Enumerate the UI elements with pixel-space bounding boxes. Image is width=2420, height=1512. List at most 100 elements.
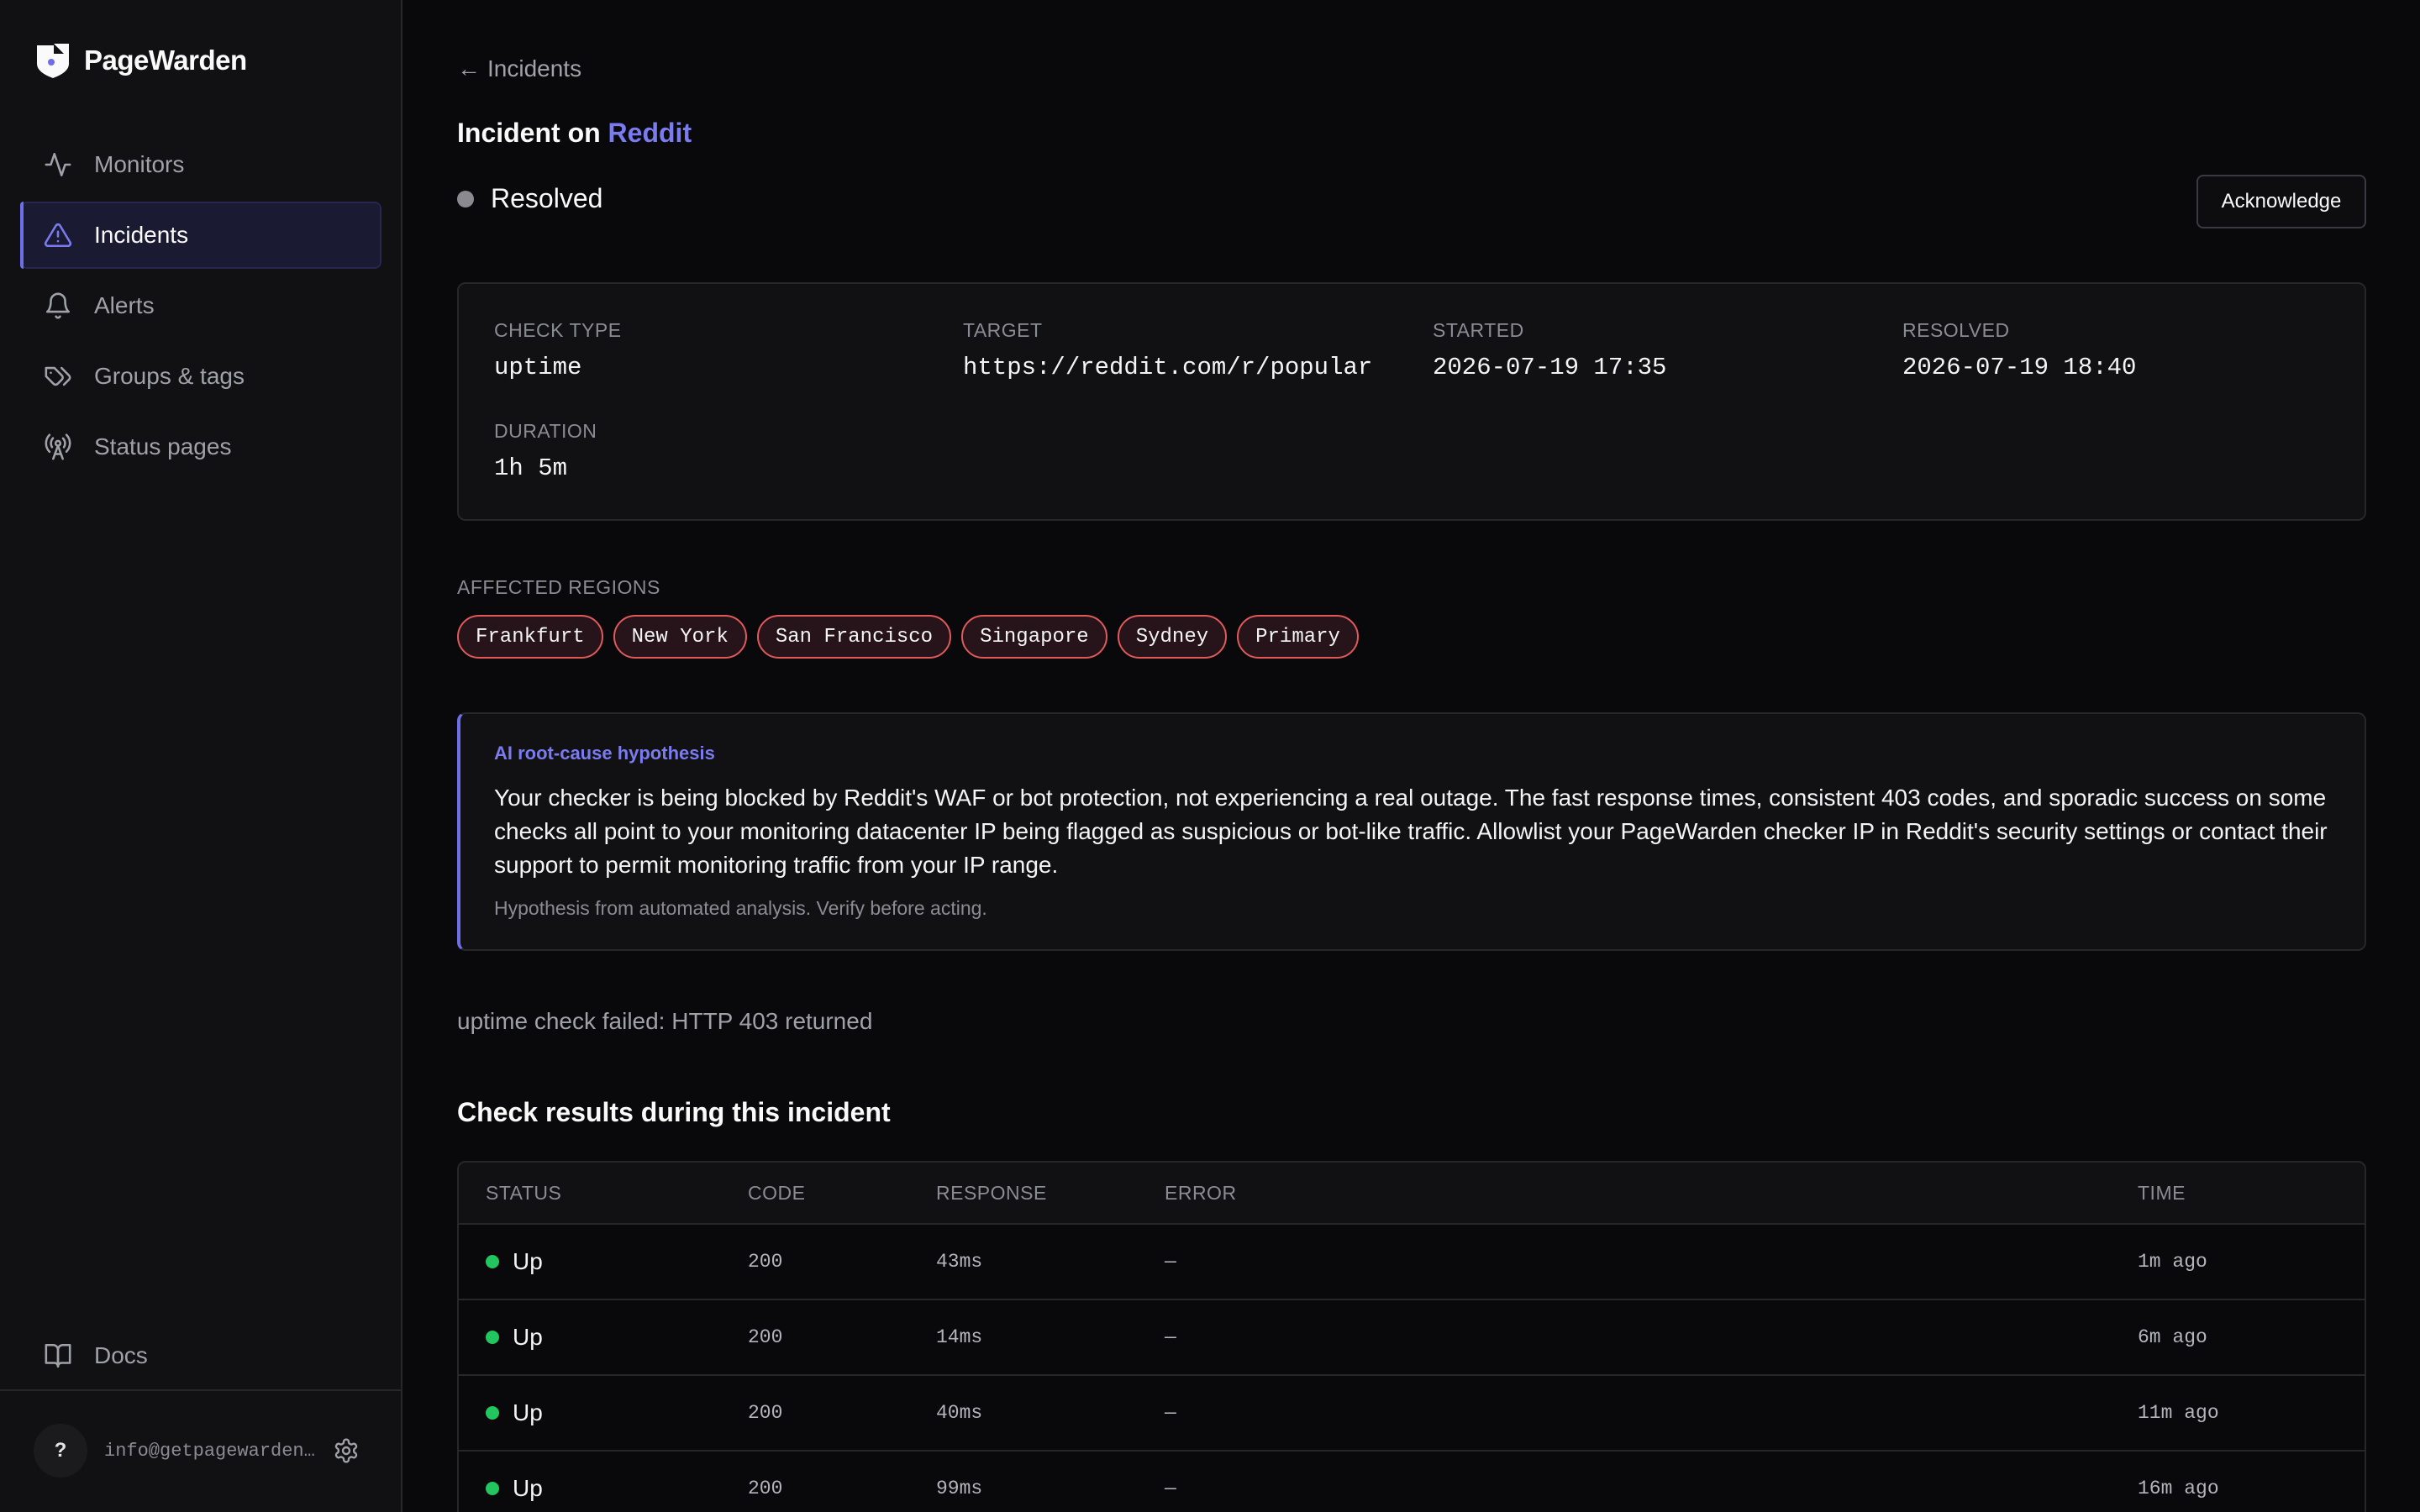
status-up-dot-icon xyxy=(486,1406,499,1420)
sidebar-item-docs[interactable]: Docs xyxy=(20,1322,381,1389)
acknowledge-button[interactable]: Acknowledge xyxy=(2196,175,2366,228)
sidebar-item-status-pages[interactable]: Status pages xyxy=(20,413,381,480)
error-cell: — xyxy=(1165,1402,1176,1424)
field-label: DURATION xyxy=(494,420,597,442)
time-cell: 11m ago xyxy=(2138,1402,2219,1424)
page-title: Incident on Reddit xyxy=(457,118,692,149)
status-dot-icon xyxy=(457,190,474,207)
region-chip: Frankfurt xyxy=(457,615,603,659)
column-header-error: ERROR xyxy=(1165,1181,1237,1204)
field-value: 1h 5m xyxy=(494,454,568,482)
incident-status: Resolved xyxy=(457,183,602,214)
monitor-link[interactable]: Reddit xyxy=(608,118,692,148)
target-field: TARGET https://reddit.com/r/popular xyxy=(963,319,1372,381)
radio-tower-icon xyxy=(44,433,72,461)
sidebar-item-alerts[interactable]: Alerts xyxy=(20,272,381,339)
arrow-left-icon: ← xyxy=(457,55,481,81)
error-cell: — xyxy=(1165,1251,1176,1273)
ai-hypothesis-card: AI root-cause hypothesis Your checker is… xyxy=(457,712,2366,951)
ai-hypothesis-title: AI root-cause hypothesis xyxy=(494,743,715,764)
pagewarden-logo-icon xyxy=(37,44,69,78)
help-button[interactable]: ? xyxy=(34,1424,87,1478)
response-cell: 99ms xyxy=(936,1478,983,1499)
region-chip: San Francisco xyxy=(756,615,952,659)
title-prefix: Incident on xyxy=(457,118,601,148)
status-cell: Up xyxy=(486,1300,543,1374)
region-chip: Singapore xyxy=(961,615,1107,659)
sidebar-item-monitors[interactable]: Monitors xyxy=(20,131,381,198)
response-cell: 43ms xyxy=(936,1251,983,1273)
incident-details-card: CHECK TYPE uptime TARGET https://reddit.… xyxy=(457,282,2366,521)
column-header-response: RESPONSE xyxy=(936,1181,1047,1204)
back-link[interactable]: ← Incidents xyxy=(457,55,581,82)
table-header: STATUS CODE RESPONSE ERROR TIME xyxy=(459,1163,2365,1225)
column-header-status: STATUS xyxy=(486,1181,562,1204)
ai-hypothesis-note: Hypothesis from automated analysis. Veri… xyxy=(494,897,987,919)
time-cell: 16m ago xyxy=(2138,1478,2219,1499)
sidebar-item-label: Incidents xyxy=(94,222,189,248)
check-results-title: Check results during this incident xyxy=(457,1097,891,1127)
code-cell: 200 xyxy=(748,1478,783,1499)
column-header-code: CODE xyxy=(748,1181,806,1204)
book-open-icon xyxy=(44,1341,72,1370)
user-email: info@getpagewarden.com xyxy=(104,1440,316,1462)
alert-triangle-icon xyxy=(44,221,72,249)
region-chip: New York xyxy=(613,615,747,659)
time-cell: 1m ago xyxy=(2138,1251,2207,1273)
sidebar-nav: Monitors Incidents Alerts Groups & tags … xyxy=(20,131,381,484)
sidebar-item-label: Groups & tags xyxy=(94,363,245,389)
resolved-field: RESOLVED 2026-07-19 18:40 xyxy=(1902,319,2136,381)
failure-message: uptime check failed: HTTP 403 returned xyxy=(457,1008,873,1034)
region-chip: Primary xyxy=(1237,615,1359,659)
field-value: 2026-07-19 17:35 xyxy=(1433,354,1667,381)
error-cell: — xyxy=(1165,1326,1176,1348)
sidebar-item-incidents[interactable]: Incidents xyxy=(20,202,381,269)
app-name: PageWarden xyxy=(84,45,247,76)
region-chip: Sydney xyxy=(1117,615,1228,659)
status-up-dot-icon xyxy=(486,1482,499,1495)
status-cell: Up xyxy=(486,1452,543,1512)
sidebar-item-groups-tags[interactable]: Groups & tags xyxy=(20,343,381,410)
back-link-label: Incidents xyxy=(487,55,582,81)
ai-hypothesis-body: Your checker is being blocked by Reddit'… xyxy=(494,785,2328,878)
time-cell: 6m ago xyxy=(2138,1326,2207,1348)
error-cell: — xyxy=(1165,1478,1176,1499)
brand[interactable]: PageWarden xyxy=(35,42,247,79)
code-cell: 200 xyxy=(748,1402,783,1424)
started-field: STARTED 2026-07-19 17:35 xyxy=(1433,319,1666,381)
table-row[interactable]: Up 200 43ms — 1m ago xyxy=(459,1225,2365,1300)
field-value: 2026-07-19 18:40 xyxy=(1902,354,2137,381)
response-cell: 14ms xyxy=(936,1326,983,1348)
code-cell: 200 xyxy=(748,1251,783,1273)
status-up-dot-icon xyxy=(486,1331,499,1344)
sidebar-docs: Docs xyxy=(20,1322,381,1393)
code-cell: 200 xyxy=(748,1326,783,1348)
sidebar-item-label: Alerts xyxy=(94,292,155,318)
duration-field: DURATION 1h 5m xyxy=(494,420,597,482)
bell-icon xyxy=(44,291,72,320)
affected-regions: Frankfurt New York San Francisco Singapo… xyxy=(457,615,1359,659)
affected-regions-label: AFFECTED REGIONS xyxy=(457,576,660,598)
column-header-time: TIME xyxy=(2138,1181,2186,1204)
status-cell: Up xyxy=(486,1225,543,1299)
status-value: Up xyxy=(513,1475,543,1501)
sidebar-footer: ? info@getpagewarden.com xyxy=(34,1423,378,1478)
sidebar-item-label: Docs xyxy=(94,1342,148,1368)
response-cell: 40ms xyxy=(936,1402,983,1424)
status-cell: Up xyxy=(486,1376,543,1450)
table-row[interactable]: Up 200 99ms — 16m ago xyxy=(459,1452,2365,1512)
gear-icon[interactable] xyxy=(333,1437,360,1464)
table-row[interactable]: Up 200 14ms — 6m ago xyxy=(459,1300,2365,1376)
sidebar: PageWarden Monitors Incidents Alerts Gro… xyxy=(0,0,402,1512)
field-label: CHECK TYPE xyxy=(494,319,622,341)
field-label: TARGET xyxy=(963,319,1043,341)
activity-icon xyxy=(44,150,72,179)
field-value: https://reddit.com/r/popular xyxy=(963,354,1373,381)
sidebar-item-label: Monitors xyxy=(94,151,185,177)
field-label: RESOLVED xyxy=(1902,319,2010,341)
field-label: STARTED xyxy=(1433,319,1524,341)
status-label: Resolved xyxy=(491,183,603,213)
table-row[interactable]: Up 200 40ms — 11m ago xyxy=(459,1376,2365,1452)
sidebar-divider xyxy=(0,1389,401,1391)
sidebar-item-label: Status pages xyxy=(94,433,232,459)
